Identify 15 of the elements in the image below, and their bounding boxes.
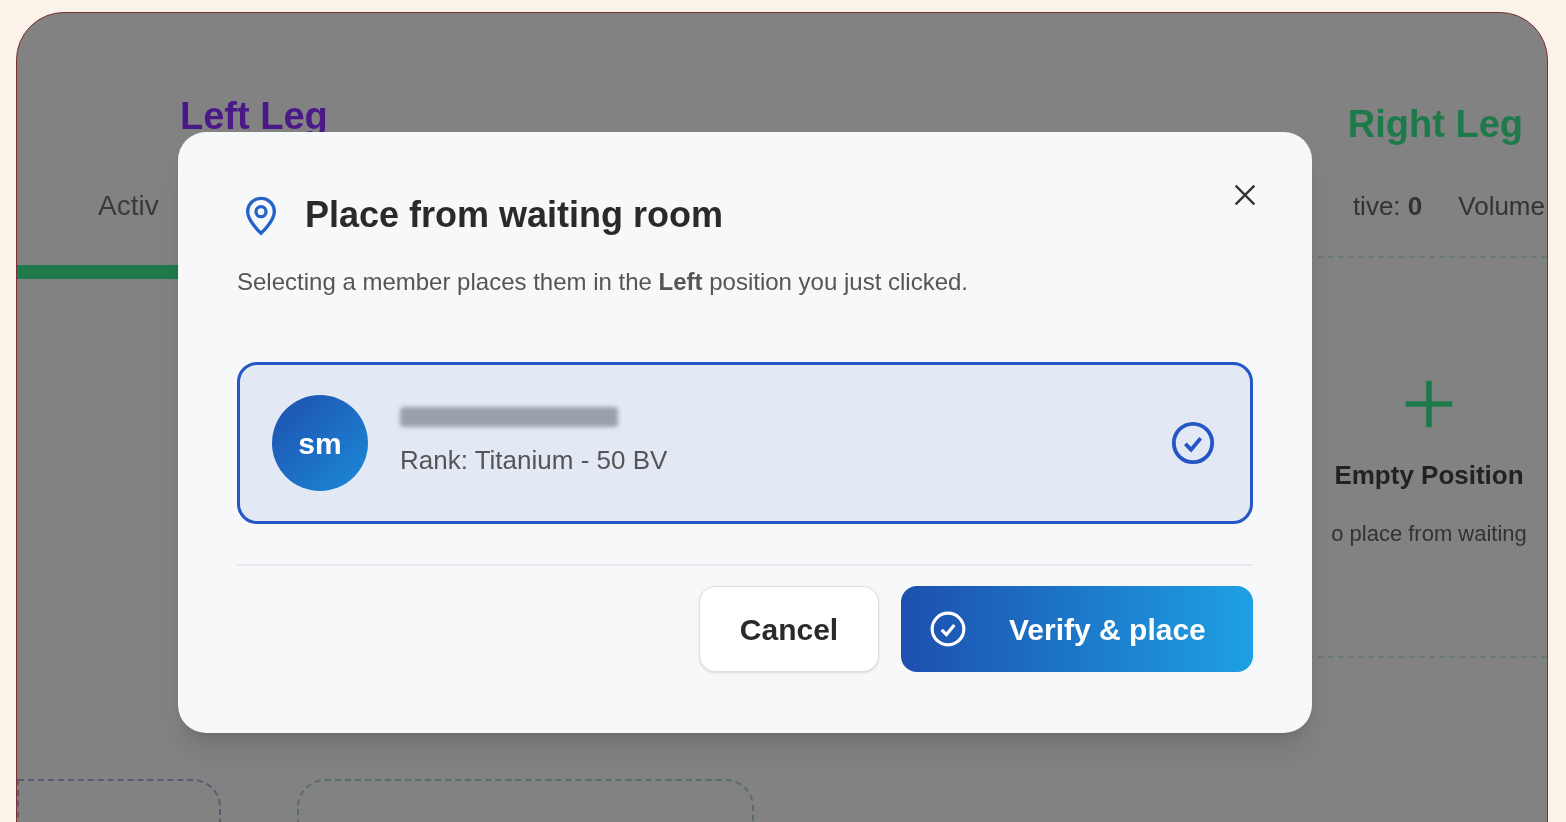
dialog-title: Place from waiting room (305, 193, 724, 237)
cancel-button[interactable]: Cancel (699, 586, 879, 672)
check-circle-icon (929, 610, 967, 648)
left-leg-stat: Activ (98, 189, 159, 223)
empty-position-title: Empty Position (1334, 459, 1524, 492)
member-rank: Rank: Titanium - 50 BV (400, 443, 668, 477)
member-option[interactable]: sm Rank: Titanium - 50 BV (237, 362, 1253, 524)
dialog-description: Selecting a member places them in the Left position you just clicked. (237, 267, 969, 297)
right-leg-stat: tive: 0 (1352, 190, 1423, 223)
member-avatar: sm (272, 395, 368, 491)
verify-button[interactable]: Verify & place (901, 586, 1253, 672)
empty-position-hint: o place from waiting (1331, 520, 1527, 548)
right-leg-stat: Volume (1458, 190, 1545, 223)
check-circle-icon (1170, 420, 1216, 466)
right-leg-title: Right Leg (1347, 105, 1523, 143)
